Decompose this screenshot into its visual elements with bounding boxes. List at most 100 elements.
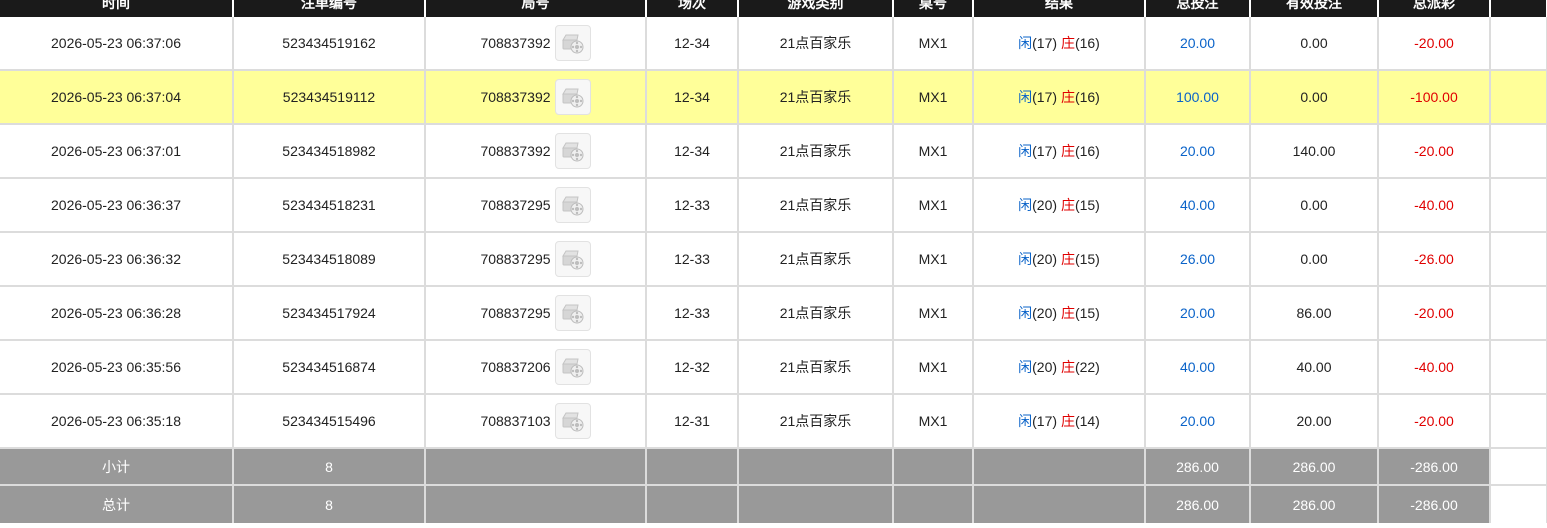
banker-label: 庄 bbox=[1060, 143, 1075, 159]
banker-label: 庄 bbox=[1060, 413, 1075, 429]
cell-table-no: MX1 bbox=[893, 286, 974, 341]
grand-total-row: 总计 8 286.00 286.00 -286.00 bbox=[0, 485, 1547, 523]
banker-label: 庄 bbox=[1060, 197, 1075, 213]
video-replay-icon[interactable] bbox=[554, 349, 591, 385]
grand-total-label: 总计 bbox=[0, 485, 234, 523]
cell-valid-bet: 40.00 bbox=[1250, 340, 1379, 395]
cell-table-no: MX1 bbox=[893, 17, 974, 71]
cell-payout: -20.00 bbox=[1378, 394, 1491, 449]
cell-result: 闲(17) 庄(16) bbox=[973, 70, 1146, 125]
player-label: 闲 bbox=[1018, 35, 1033, 51]
cell-session: 12-34 bbox=[646, 70, 739, 125]
banker-score: (15) bbox=[1074, 197, 1100, 213]
cell-valid-bet: 86.00 bbox=[1250, 286, 1379, 341]
table-row[interactable]: 2026-05-23 06:35:18 523434515496 708837103… bbox=[0, 394, 1547, 449]
round-number: 708837295 bbox=[480, 251, 551, 267]
table-row[interactable]: 2026-05-23 06:36:32 523434518089 708837295… bbox=[0, 232, 1547, 287]
cell-payout: -20.00 bbox=[1378, 124, 1491, 179]
cell-extra bbox=[1490, 232, 1547, 287]
cell-session: 12-33 bbox=[646, 178, 739, 233]
player-label: 闲 bbox=[1018, 89, 1033, 105]
player-label: 闲 bbox=[1018, 143, 1033, 159]
cell-game-type: 21点百家乐 bbox=[738, 340, 894, 395]
cell-table-no: MX1 bbox=[893, 178, 974, 233]
round-number: 708837392 bbox=[480, 143, 551, 159]
header-bet-id[interactable]: 注单编号 bbox=[233, 0, 426, 17]
cell-time: 2026-05-23 06:35:18 bbox=[0, 394, 234, 449]
banker-score: (16) bbox=[1074, 89, 1100, 105]
table-row[interactable]: 2026-05-23 06:35:56 523434516874 708837206… bbox=[0, 340, 1547, 395]
cell-payout: -20.00 bbox=[1378, 17, 1491, 71]
player-label: 闲 bbox=[1018, 197, 1033, 213]
cell-time: 2026-05-23 06:35:56 bbox=[0, 340, 234, 395]
banker-score: (16) bbox=[1074, 143, 1100, 159]
cell-valid-bet: 140.00 bbox=[1250, 124, 1379, 179]
cell-extra bbox=[1490, 394, 1547, 449]
cell-table-no: MX1 bbox=[893, 340, 974, 395]
cell-bet-id: 523434519162 bbox=[233, 17, 426, 71]
banker-label: 庄 bbox=[1060, 359, 1075, 375]
video-replay-icon[interactable] bbox=[554, 295, 591, 331]
table-row[interactable]: 2026-05-23 06:37:06 523434519162 708837392… bbox=[0, 17, 1547, 71]
banker-score: (14) bbox=[1074, 413, 1100, 429]
cell-session: 12-34 bbox=[646, 17, 739, 71]
cell-bet-id: 523434518089 bbox=[233, 232, 426, 287]
header-valid-bet[interactable]: 有效投注 bbox=[1250, 0, 1379, 17]
cell-result: 闲(20) 庄(22) bbox=[973, 340, 1146, 395]
video-replay-icon[interactable] bbox=[554, 403, 591, 439]
player-score: (17) bbox=[1032, 413, 1058, 429]
header-time[interactable]: 时间 bbox=[0, 0, 234, 17]
player-label: 闲 bbox=[1018, 359, 1033, 375]
video-replay-icon[interactable] bbox=[554, 241, 591, 277]
cell-total-bet: 40.00 bbox=[1145, 340, 1251, 395]
cell-extra bbox=[1490, 286, 1547, 341]
player-score: (17) bbox=[1032, 89, 1058, 105]
subtotal-label: 小计 bbox=[0, 448, 234, 486]
cell-time: 2026-05-23 06:37:04 bbox=[0, 70, 234, 125]
cell-result: 闲(17) 庄(16) bbox=[973, 17, 1146, 71]
cell-total-bet: 20.00 bbox=[1145, 124, 1251, 179]
cell-time: 2026-05-23 06:37:01 bbox=[0, 124, 234, 179]
cell-result: 闲(17) 庄(16) bbox=[973, 124, 1146, 179]
cell-valid-bet: 0.00 bbox=[1250, 178, 1379, 233]
video-replay-icon[interactable] bbox=[554, 187, 591, 223]
table-row[interactable]: 2026-05-23 06:37:01 523434518982 708837392… bbox=[0, 124, 1547, 179]
header-game-type[interactable]: 游戏类别 bbox=[738, 0, 894, 17]
cell-round: 708837295 bbox=[425, 286, 647, 341]
cell-extra bbox=[1490, 70, 1547, 125]
cell-bet-id: 523434516874 bbox=[233, 340, 426, 395]
cell-round: 708837392 bbox=[425, 17, 647, 71]
table-body: 2026-05-23 06:37:06 523434519162 708837392… bbox=[0, 17, 1547, 449]
video-replay-icon[interactable] bbox=[554, 133, 591, 169]
cell-total-bet: 40.00 bbox=[1145, 178, 1251, 233]
header-payout[interactable]: 总派彩 bbox=[1378, 0, 1491, 17]
cell-session: 12-32 bbox=[646, 340, 739, 395]
player-score: (20) bbox=[1032, 305, 1058, 321]
header-round[interactable]: 局号 bbox=[425, 0, 647, 17]
header-session[interactable]: 场次 bbox=[646, 0, 739, 17]
video-replay-icon[interactable] bbox=[554, 25, 591, 61]
player-score: (20) bbox=[1032, 251, 1058, 267]
cell-extra bbox=[1490, 124, 1547, 179]
header-table-no[interactable]: 桌号 bbox=[893, 0, 974, 17]
cell-extra bbox=[1490, 178, 1547, 233]
cell-valid-bet: 0.00 bbox=[1250, 232, 1379, 287]
subtotal-count: 8 bbox=[233, 448, 426, 486]
cell-bet-id: 523434519112 bbox=[233, 70, 426, 125]
table-row[interactable]: 2026-05-23 06:37:04 523434519112 708837392… bbox=[0, 70, 1547, 125]
player-label: 闲 bbox=[1018, 251, 1033, 267]
table-row[interactable]: 2026-05-23 06:36:37 523434518231 708837295… bbox=[0, 178, 1547, 233]
header-total-bet[interactable]: 总投注 bbox=[1145, 0, 1251, 17]
player-label: 闲 bbox=[1018, 413, 1033, 429]
cell-table-no: MX1 bbox=[893, 232, 974, 287]
round-number: 708837392 bbox=[480, 89, 551, 105]
table-row[interactable]: 2026-05-23 06:36:28 523434517924 708837295… bbox=[0, 286, 1547, 341]
table-header: 时间 注单编号 局号 场次 游戏类别 桌号 结果 总投注 有效投注 总派彩 bbox=[0, 0, 1547, 17]
cell-extra bbox=[1490, 340, 1547, 395]
cell-payout: -40.00 bbox=[1378, 178, 1491, 233]
video-replay-icon[interactable] bbox=[554, 79, 591, 115]
cell-round: 708837206 bbox=[425, 340, 647, 395]
cell-bet-id: 523434515496 bbox=[233, 394, 426, 449]
banker-label: 庄 bbox=[1060, 89, 1075, 105]
header-result[interactable]: 结果 bbox=[973, 0, 1146, 17]
